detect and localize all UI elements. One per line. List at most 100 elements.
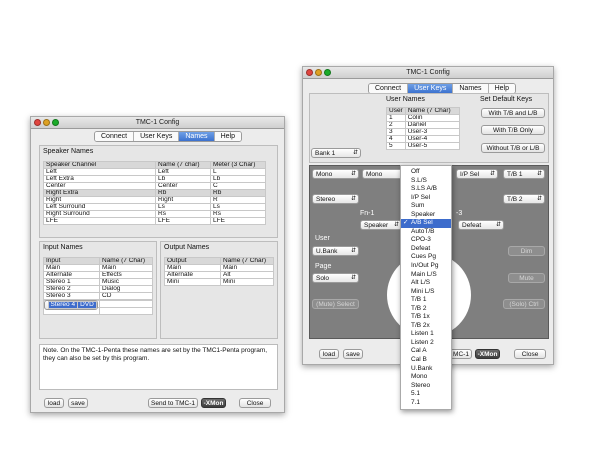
speaker-name-cell[interactable]: Right [155, 196, 211, 204]
minimize-window-icon[interactable] [43, 119, 50, 126]
dropdown-option[interactable]: I/P Sel [401, 194, 451, 203]
table-row[interactable]: Main Main [43, 264, 153, 272]
dropdown-option[interactable]: Sum [401, 202, 451, 211]
table-row[interactable]: 2 Daniel [386, 121, 461, 129]
meter-name-cell[interactable]: Rb [210, 189, 266, 197]
table-row[interactable]: Stereo 3 CD [43, 292, 153, 300]
save-button[interactable]: save [68, 398, 88, 408]
table-row[interactable]: 5 User-5 [386, 142, 461, 150]
key-select-tb2[interactable]: T/B 2 ⇵ [503, 194, 545, 204]
dropdown-option[interactable]: 7.1 [401, 399, 451, 408]
table-row[interactable]: Center Center C [43, 182, 266, 190]
dropdown-option[interactable]: T/B 1x [401, 313, 451, 322]
speaker-name-cell[interactable]: Left [155, 168, 211, 176]
tab-connect[interactable]: Connect [369, 84, 409, 93]
dropdown-option[interactable]: T/B 2x [401, 322, 451, 331]
input-name-cell[interactable]: Main [99, 264, 153, 272]
xmon-button[interactable]: -XMon [475, 349, 500, 359]
tab-help[interactable]: Help [488, 84, 515, 93]
send-to-tmc1-button[interactable]: Send to TMC-1 [148, 398, 198, 408]
output-name-cell[interactable]: Alt [220, 271, 274, 279]
close-button[interactable]: Close [514, 349, 546, 359]
dropdown-option[interactable]: Listen 1 [401, 330, 451, 339]
send-to-tmc1-button[interactable]: MC-1 [450, 349, 472, 359]
key-select-mono-1[interactable]: Mono ⇵ [312, 169, 359, 179]
mute-select-button[interactable]: (Mute) Select [312, 299, 359, 309]
dropdown-option[interactable]: A/B Sel [401, 219, 451, 228]
dropdown-option[interactable]: S.LS A/B [401, 185, 451, 194]
table-row[interactable]: Right Extra Rb Rb [43, 189, 266, 197]
dropdown-option[interactable]: Cal A [401, 347, 451, 356]
dropdown-option[interactable]: 5.1 [401, 390, 451, 399]
table-row[interactable]: 1 Colin [386, 114, 461, 122]
dropdown-option[interactable]: Listen 2 [401, 339, 451, 348]
table-row[interactable]: Right Right R [43, 196, 266, 204]
close-window-icon[interactable] [306, 69, 313, 76]
table-row[interactable]: Right Surround Rs Rs [43, 210, 266, 218]
meter-name-cell[interactable]: LFE [210, 217, 266, 225]
user-name-cell[interactable]: Colin [404, 114, 461, 122]
table-row[interactable]: 3 User-3 [386, 128, 461, 136]
input-name-cell[interactable]: Effects [99, 271, 153, 279]
key-select-tb1[interactable]: T/B 1 ⇵ [503, 169, 545, 179]
meter-name-cell[interactable]: Rs [210, 210, 266, 218]
key-select-ip-sel[interactable]: I/P Sel ⇵ [456, 169, 498, 179]
table-row[interactable]: Left Surround Ls Ls [43, 203, 266, 211]
table-row[interactable]: Mini Mini [164, 278, 274, 286]
solo-ctrl-button[interactable]: (Solo) Ctrl [503, 299, 545, 309]
dropdown-option[interactable]: CPO-3 [401, 236, 451, 245]
input-name-cell[interactable]: DVD [77, 301, 97, 309]
tab-user-keys[interactable]: User Keys [134, 132, 180, 141]
dropdown-option[interactable]: Alt L/S [401, 279, 451, 288]
dropdown-option[interactable]: Stereo [401, 382, 451, 391]
table-row[interactable]: Main Main [164, 264, 274, 272]
table-row-selected[interactable]: Stereo 4 DVD [43, 300, 98, 310]
dropdown-option[interactable]: Mini L/S [401, 288, 451, 297]
meter-name-cell[interactable]: Ls [210, 203, 266, 211]
tab-help[interactable]: Help [214, 132, 241, 141]
zoom-window-icon[interactable] [324, 69, 331, 76]
input-name-cell[interactable]: CD [99, 292, 153, 300]
load-button[interactable]: load [319, 349, 339, 359]
speaker-name-cell[interactable]: Ls [155, 203, 211, 211]
save-button[interactable]: save [343, 349, 363, 359]
meter-name-cell[interactable]: C [210, 182, 266, 190]
speaker-name-cell[interactable]: LFE [155, 217, 211, 225]
close-button[interactable]: Close [239, 398, 271, 408]
input-name-cell[interactable]: Dialog [99, 285, 153, 293]
dropdown-option[interactable]: Off [401, 168, 451, 177]
user-name-cell[interactable]: User-3 [404, 128, 461, 136]
dropdown-option[interactable]: Cal B [401, 356, 451, 365]
dropdown-option[interactable]: AutoT/B [401, 228, 451, 237]
user-name-cell[interactable]: User-5 [404, 142, 461, 150]
meter-name-cell[interactable]: R [210, 196, 266, 204]
zoom-window-icon[interactable] [52, 119, 59, 126]
with-tb-only-button[interactable]: With T/B Only [481, 125, 545, 135]
fn1-select[interactable]: Speaker ⇵ [360, 220, 402, 230]
table-row[interactable]: Left Extra Lb Lb [43, 175, 266, 183]
key-select-stereo[interactable]: Stereo ⇵ [312, 194, 359, 204]
dropdown-option[interactable]: S.L/S [401, 177, 451, 186]
table-row[interactable]: Stereo 1 Music [43, 278, 153, 286]
dropdown-option[interactable]: Cues Pg [401, 253, 451, 262]
bank-select[interactable]: Bank 1 ⇵ [311, 148, 361, 158]
dropdown-option[interactable]: Speaker [401, 211, 451, 220]
dim-button[interactable]: Dim [508, 246, 545, 256]
dropdown-option[interactable]: T/B 1 [401, 296, 451, 305]
output-name-cell[interactable]: Main [220, 264, 274, 272]
tab-user-keys[interactable]: User Keys [408, 84, 454, 93]
page-select[interactable]: Solo ⇵ [312, 273, 359, 283]
speaker-name-cell[interactable]: Lb [155, 175, 211, 183]
speaker-name-cell[interactable]: Center [155, 182, 211, 190]
meter-name-cell[interactable]: L [210, 168, 266, 176]
meter-name-cell[interactable]: Lb [210, 175, 266, 183]
dropdown-option[interactable]: In/Out Pg [401, 262, 451, 271]
table-row[interactable]: 4 User-4 [386, 135, 461, 143]
output-name-cell[interactable]: Mini [220, 278, 274, 286]
user-name-cell[interactable]: Daniel [404, 121, 461, 129]
load-button[interactable]: load [44, 398, 64, 408]
input-name-cell[interactable]: Music [99, 278, 153, 286]
key-function-dropdown-menu[interactable]: OffS.L/SS.LS A/BI/P SelSumSpeakerA/B Sel… [400, 165, 452, 411]
mute-button[interactable]: Mute [508, 273, 545, 283]
user-select[interactable]: U.Bank ⇵ [312, 246, 359, 256]
